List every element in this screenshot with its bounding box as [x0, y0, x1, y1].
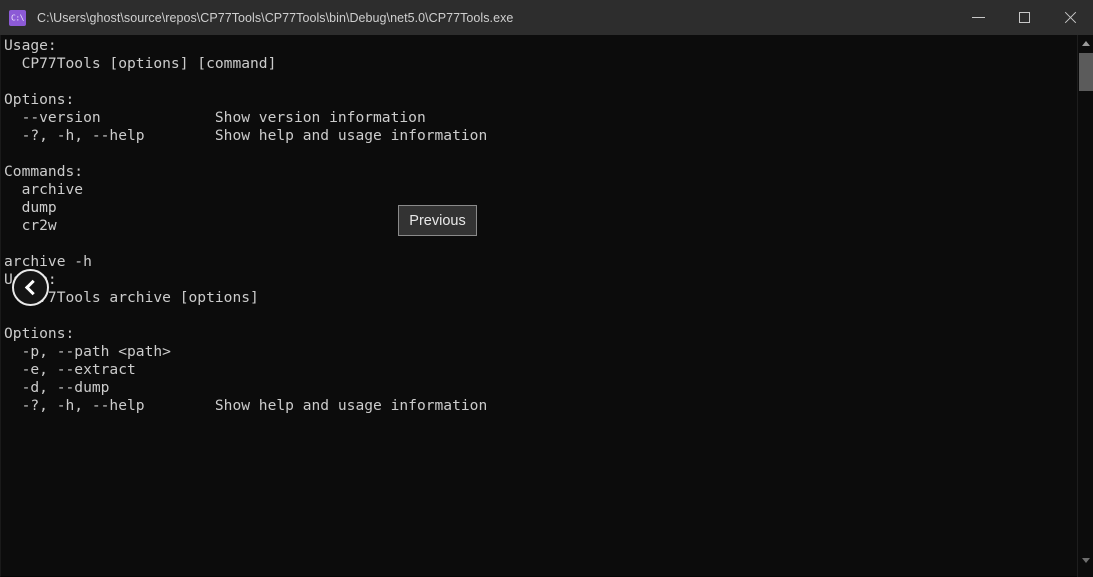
- title-bar[interactable]: C:\ C:\Users\ghost\source\repos\CP77Tool…: [0, 0, 1093, 35]
- console-output-area[interactable]: Usage: CP77Tools [options] [command] Opt…: [0, 35, 1093, 577]
- minimize-icon: [972, 17, 985, 18]
- console-window: C:\ C:\Users\ghost\source\repos\CP77Tool…: [0, 0, 1093, 577]
- maximize-icon: [1019, 12, 1030, 23]
- minimize-button[interactable]: [955, 0, 1001, 35]
- console-icon-glyph: C:\: [11, 14, 24, 22]
- scroll-up-arrow-button[interactable]: [1078, 35, 1093, 52]
- chevron-down-icon: [1082, 558, 1090, 563]
- close-icon: [1063, 11, 1077, 25]
- back-button[interactable]: [12, 269, 49, 306]
- chevron-up-icon: [1082, 41, 1090, 46]
- vertical-scrollbar[interactable]: [1077, 35, 1093, 577]
- previous-button[interactable]: Previous: [398, 205, 477, 236]
- window-controls: [955, 0, 1093, 35]
- close-button[interactable]: [1047, 0, 1093, 35]
- maximize-button[interactable]: [1001, 0, 1047, 35]
- chevron-left-icon: [25, 280, 41, 296]
- scrollbar-thumb[interactable]: [1079, 53, 1093, 91]
- window-title: C:\Users\ghost\source\repos\CP77Tools\CP…: [37, 11, 513, 25]
- scroll-down-arrow-button[interactable]: [1078, 552, 1093, 569]
- console-app-icon: C:\: [9, 10, 26, 26]
